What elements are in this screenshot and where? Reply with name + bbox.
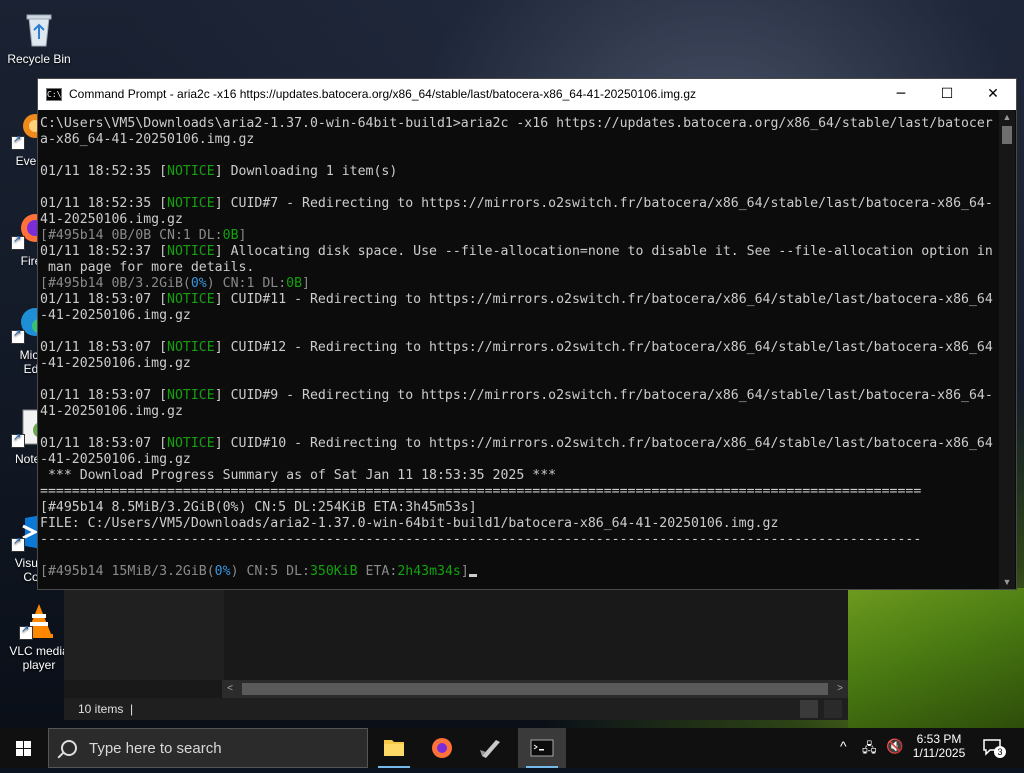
item-count: 10 items	[78, 702, 124, 716]
console-line: 01/11 18:53:07 [NOTICE] CUID#10 - Redire…	[40, 436, 993, 451]
folder-icon	[384, 740, 404, 756]
network-icon[interactable]: 🖧	[862, 739, 877, 761]
console-line: 01/11 18:52:35 [NOTICE] Downloading 1 it…	[40, 164, 398, 179]
scroll-down-icon[interactable]: ▼	[999, 575, 1015, 589]
scroll-left-icon[interactable]: <	[222, 680, 238, 698]
text-cursor	[468, 574, 477, 577]
rocket-icon	[480, 740, 500, 758]
console-line: 01/11 18:52:35 [NOTICE] CUID#7 - Redirec…	[40, 196, 993, 211]
scrollbar-thumb[interactable]	[1002, 126, 1012, 144]
summary-file: FILE: C:/Users/VM5/Downloads/aria2-1.37.…	[40, 516, 779, 531]
console-line: 01/11 18:53:07 [NOTICE] CUID#12 - Redire…	[40, 340, 993, 355]
console-line: 41-20250106.img.gz	[40, 212, 183, 227]
command-prompt-window[interactable]: C:\ Command Prompt - aria2c -x16 https:/…	[37, 78, 1017, 590]
taskbar-search-box[interactable]: Type here to search	[48, 728, 368, 768]
chevron-up-icon[interactable]: ^	[840, 738, 847, 754]
separator-line: ----------------------------------------…	[40, 532, 922, 547]
desktop-icon-recycle-bin[interactable]: Recycle Bin	[4, 8, 74, 66]
status-separator: |	[130, 702, 134, 716]
title-bar[interactable]: C:\ Command Prompt - aria2c -x16 https:/…	[38, 79, 1016, 110]
desktop-icon-label: Recycle Bin	[7, 52, 71, 66]
clock-date: 1/11/2025	[912, 746, 966, 760]
scrollbar-thumb[interactable]	[242, 683, 828, 695]
taskbar: Type here to search ^ 🖧 🔇 6:53 PM 1/11/2…	[0, 728, 1024, 768]
explorer-nav-pane[interactable]	[64, 588, 224, 680]
notice-tag: NOTICE	[167, 436, 215, 451]
notice-tag: NOTICE	[167, 340, 215, 355]
clock[interactable]: 6:53 PM 1/11/2025	[908, 732, 970, 760]
console-line: man page for more details.	[40, 260, 255, 275]
console-line: -41-20250106.img.gz	[40, 452, 191, 467]
vertical-scrollbar[interactable]: ▲ ▼	[999, 110, 1015, 589]
scroll-right-icon[interactable]: >	[832, 680, 848, 698]
shortcut-arrow-icon	[19, 624, 33, 640]
console-line: C:\Users\VM5\Downloads\aria2-1.37.0-win-…	[40, 116, 993, 131]
firefox-icon	[432, 738, 452, 758]
live-progress-line: [#495b14 15MiB/3.2GiB(0%) CN:5 DL:350KiB…	[40, 564, 998, 580]
maximize-button[interactable]: ☐	[924, 79, 970, 110]
separator-line: ========================================…	[40, 484, 922, 499]
vlc-cone-icon	[19, 600, 59, 640]
shortcut-arrow-icon	[11, 432, 25, 448]
notification-badge: 3	[994, 746, 1006, 758]
cmd-icon	[530, 739, 554, 757]
shortcut-arrow-icon	[11, 536, 25, 552]
console-line: 01/11 18:52:37 [NOTICE] Allocating disk …	[40, 244, 993, 259]
progress-line: [#495b14 0B/3.2GiB(0%) CN:1 DL:0B]	[40, 276, 310, 291]
details-view-icon[interactable]	[800, 700, 818, 718]
notice-tag: NOTICE	[167, 292, 215, 307]
search-placeholder: Type here to search	[89, 740, 222, 757]
notice-tag: NOTICE	[167, 244, 215, 259]
taskbar-command-prompt[interactable]	[518, 728, 566, 768]
recycle-bin-icon	[19, 8, 59, 48]
summary-progress: [#495b14 8.5MiB/3.2GiB(0%) CN:5 DL:254Ki…	[40, 500, 477, 515]
progress-line: [#495b14 0B/0B CN:1 DL:0B]	[40, 228, 247, 243]
console-line: 01/11 18:53:07 [NOTICE] CUID#9 - Redirec…	[40, 388, 993, 403]
shortcut-arrow-icon	[11, 134, 25, 150]
window-title: Command Prompt - aria2c -x16 https://upd…	[69, 87, 697, 101]
large-icons-view-icon[interactable]	[824, 700, 842, 718]
notice-tag: NOTICE	[167, 164, 215, 179]
explorer-status-bar: 10 items |	[64, 698, 848, 720]
scroll-up-icon[interactable]: ▲	[999, 110, 1015, 124]
taskbar-pinned-app[interactable]	[466, 728, 514, 768]
shortcut-arrow-icon	[11, 328, 25, 344]
notice-tag: NOTICE	[167, 388, 215, 403]
taskbar-firefox[interactable]	[418, 728, 466, 768]
summary-header: *** Download Progress Summary as of Sat …	[40, 468, 557, 483]
notification-center-icon[interactable]: 3	[982, 738, 1006, 758]
console-line: 01/11 18:53:07 [NOTICE] CUID#11 - Redire…	[40, 292, 993, 307]
minimize-button[interactable]: ─	[878, 79, 924, 110]
console-line: 41-20250106.img.gz	[40, 404, 183, 419]
console-line: a-x86_64-41-20250106.img.gz	[40, 132, 255, 147]
taskbar-file-explorer[interactable]	[370, 728, 418, 768]
notice-tag: NOTICE	[167, 196, 215, 211]
volume-muted-icon[interactable]: 🔇	[886, 738, 903, 755]
shortcut-arrow-icon	[11, 234, 25, 250]
start-button[interactable]	[0, 728, 48, 768]
console-output[interactable]: C:\Users\VM5\Downloads\aria2-1.37.0-win-…	[40, 116, 998, 588]
horizontal-scrollbar[interactable]: < >	[222, 680, 848, 698]
console-line: -41-20250106.img.gz	[40, 356, 191, 371]
console-line: -41-20250106.img.gz	[40, 308, 191, 323]
clock-time: 6:53 PM	[916, 732, 962, 746]
wallpaper-tent	[848, 588, 1024, 728]
file-explorer-window: < > 10 items |	[64, 588, 848, 720]
close-button[interactable]: ✕	[970, 79, 1016, 110]
search-icon	[61, 740, 77, 756]
cmd-app-icon: C:\	[46, 88, 62, 101]
